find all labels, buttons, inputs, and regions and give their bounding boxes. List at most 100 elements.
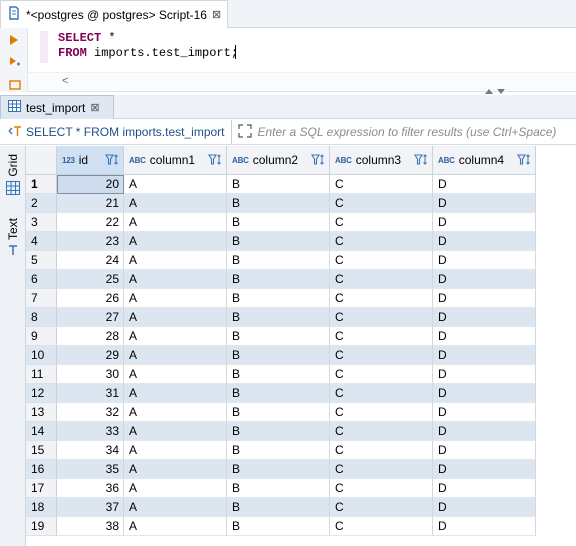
filter-sort-icon[interactable] [105,153,119,170]
table-cell[interactable]: C [330,517,433,536]
table-cell[interactable]: 38 [57,517,124,536]
sql-editor[interactable]: SELECT * FROM imports.test_import; < [0,28,576,92]
table-cell[interactable]: C [330,251,433,270]
table-cell[interactable]: B [227,346,330,365]
filter-sort-icon[interactable] [414,153,428,170]
row-number[interactable]: 5 [26,251,57,270]
row-number[interactable]: 13 [26,403,57,422]
results-grid[interactable]: 123 id ABC column1 ABC column2 ABC colum… [26,146,576,546]
table-cell[interactable]: 29 [57,346,124,365]
table-cell[interactable]: C [330,308,433,327]
table-cell[interactable]: B [227,498,330,517]
table-cell[interactable]: C [330,441,433,460]
table-cell[interactable]: D [433,289,536,308]
table-cell[interactable]: 25 [57,270,124,289]
table-cell[interactable]: A [124,270,227,289]
table-cell[interactable]: B [227,327,330,346]
row-number[interactable]: 10 [26,346,57,365]
table-cell[interactable]: D [433,460,536,479]
table-cell[interactable]: 30 [57,365,124,384]
active-query[interactable]: SELECT * FROM imports.test_import [0,120,232,144]
table-cell[interactable]: D [433,517,536,536]
row-number[interactable]: 14 [26,422,57,441]
table-cell[interactable]: 23 [57,232,124,251]
table-cell[interactable]: C [330,194,433,213]
table-cell[interactable]: A [124,175,227,194]
table-cell[interactable]: 21 [57,194,124,213]
table-row[interactable]: 17 36 A B C D [26,479,536,498]
row-number[interactable]: 3 [26,213,57,232]
table-cell[interactable]: C [330,175,433,194]
table-row[interactable]: 7 26 A B C D [26,289,536,308]
table-cell[interactable]: B [227,384,330,403]
table-cell[interactable]: C [330,384,433,403]
table-cell[interactable]: 34 [57,441,124,460]
table-cell[interactable]: D [433,327,536,346]
table-cell[interactable]: D [433,175,536,194]
table-cell[interactable]: 36 [57,479,124,498]
table-cell[interactable]: 26 [57,289,124,308]
row-number[interactable]: 6 [26,270,57,289]
row-number[interactable]: 18 [26,498,57,517]
tab-grid[interactable]: Grid [3,154,23,198]
column-header-column4[interactable]: ABC column4 [433,146,536,175]
table-cell[interactable]: B [227,194,330,213]
table-row[interactable]: 19 38 A B C D [26,517,536,536]
table-row[interactable]: 15 34 A B C D [26,441,536,460]
table-cell[interactable]: D [433,308,536,327]
table-cell[interactable]: B [227,213,330,232]
row-number[interactable]: 11 [26,365,57,384]
table-cell[interactable]: B [227,479,330,498]
row-number[interactable]: 15 [26,441,57,460]
filter-sort-icon[interactable] [311,153,325,170]
table-cell[interactable]: A [124,422,227,441]
table-cell[interactable]: B [227,175,330,194]
table-cell[interactable]: 32 [57,403,124,422]
explain-plan-icon[interactable] [9,78,21,93]
table-cell[interactable]: A [124,213,227,232]
table-cell[interactable]: D [433,422,536,441]
table-cell[interactable]: 37 [57,498,124,517]
table-cell[interactable]: C [330,365,433,384]
table-cell[interactable]: C [330,479,433,498]
table-cell[interactable]: C [330,460,433,479]
table-cell[interactable]: C [330,346,433,365]
table-cell[interactable]: A [124,460,227,479]
table-cell[interactable]: A [124,441,227,460]
table-row[interactable]: 16 35 A B C D [26,460,536,479]
table-cell[interactable]: 31 [57,384,124,403]
table-cell[interactable]: B [227,232,330,251]
table-cell[interactable]: B [227,422,330,441]
tab-text[interactable]: Text [3,218,23,259]
row-number[interactable]: 12 [26,384,57,403]
table-cell[interactable]: A [124,384,227,403]
table-cell[interactable]: D [433,232,536,251]
table-row[interactable]: 5 24 A B C D [26,251,536,270]
table-cell[interactable]: 33 [57,422,124,441]
table-cell[interactable]: B [227,308,330,327]
table-cell[interactable]: B [227,403,330,422]
table-cell[interactable]: A [124,289,227,308]
table-cell[interactable]: D [433,251,536,270]
script-tab[interactable]: *<postgres @ postgres> Script-16 ⊠ [0,0,228,28]
table-row[interactable]: 2 21 A B C D [26,194,536,213]
table-cell[interactable]: 20 [57,175,124,194]
filter-sort-icon[interactable] [208,153,222,170]
table-cell[interactable]: A [124,251,227,270]
table-cell[interactable]: D [433,194,536,213]
table-cell[interactable]: C [330,213,433,232]
row-number[interactable]: 1 [26,175,57,194]
table-row[interactable]: 1 20 A B C D [26,175,536,194]
filter-sort-icon[interactable] [517,153,531,170]
table-cell[interactable]: D [433,213,536,232]
table-cell[interactable]: 27 [57,308,124,327]
table-cell[interactable]: A [124,517,227,536]
row-number[interactable]: 16 [26,460,57,479]
table-cell[interactable]: A [124,346,227,365]
expand-icon[interactable] [237,123,252,141]
table-cell[interactable]: 22 [57,213,124,232]
row-number[interactable]: 9 [26,327,57,346]
table-cell[interactable]: D [433,346,536,365]
run-script-icon[interactable] [9,56,21,71]
table-cell[interactable]: C [330,403,433,422]
